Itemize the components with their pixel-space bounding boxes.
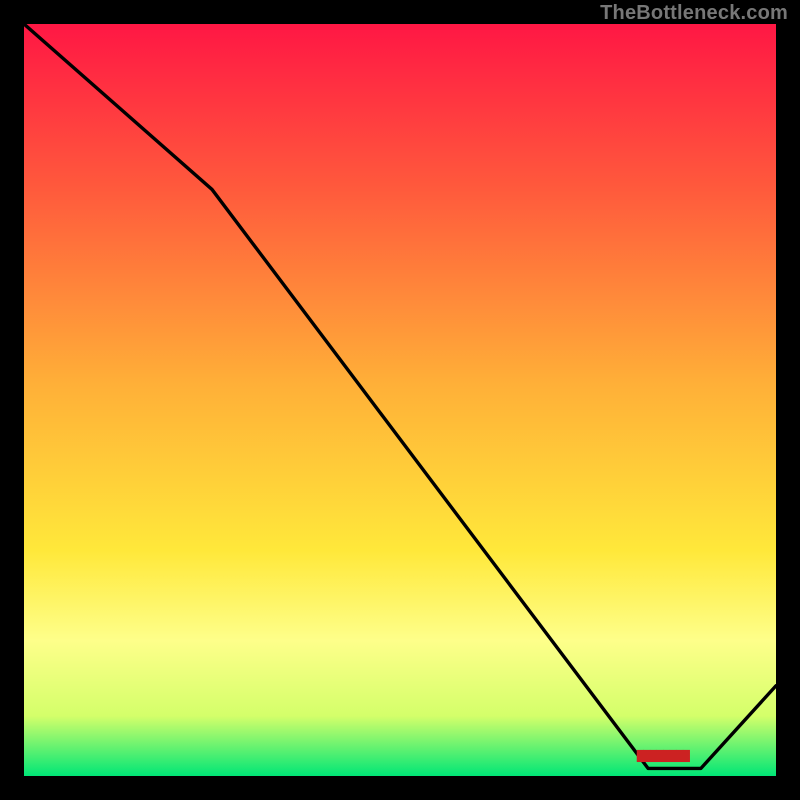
- watermark-text: TheBottleneck.com: [600, 2, 788, 25]
- chart-background: [24, 24, 776, 776]
- bottleneck-chart: [24, 24, 776, 776]
- chart-frame: TheBottleneck.com ████████: [0, 0, 800, 800]
- curve-minimum-label: ████████: [637, 751, 690, 762]
